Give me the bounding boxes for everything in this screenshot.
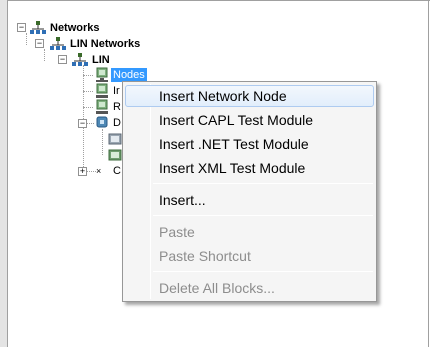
menu-item-insert[interactable]: Insert... bbox=[125, 189, 374, 211]
expander-minus-icon[interactable]: − bbox=[35, 39, 44, 48]
menu-item-paste-shortcut[interactable]: Paste Shortcut bbox=[125, 245, 374, 267]
pane-left-border bbox=[0, 0, 8, 347]
node-icon bbox=[108, 149, 122, 161]
menu-item-insert-net-test-module[interactable]: Insert .NET Test Module bbox=[125, 133, 374, 155]
tree-item-label: LIN Networks bbox=[70, 38, 141, 50]
tree-item-label: Nodes bbox=[111, 68, 147, 82]
menu-separator bbox=[153, 271, 373, 272]
expander-minus-icon[interactable]: − bbox=[58, 55, 67, 64]
tree-item-label: Ir bbox=[113, 85, 120, 97]
pane-right-border bbox=[428, 0, 429, 347]
menu-separator bbox=[153, 183, 373, 184]
tree-line bbox=[83, 75, 93, 76]
network-icon bbox=[50, 37, 66, 50]
tree-item-networks[interactable]: Networks bbox=[48, 20, 102, 36]
menu-item-insert-capl-test-module[interactable]: Insert CAPL Test Module bbox=[125, 109, 374, 131]
expander-plus-icon[interactable]: + bbox=[78, 167, 87, 176]
node-icon bbox=[96, 83, 108, 98]
tree-item-partial[interactable]: Ir bbox=[111, 83, 122, 99]
tree-line bbox=[86, 123, 94, 124]
node-icon bbox=[96, 116, 108, 128]
network-icon bbox=[30, 21, 46, 34]
menu-item-insert-network-node[interactable]: Insert Network Node bbox=[125, 85, 374, 107]
menu-item-paste[interactable]: Paste bbox=[125, 221, 374, 243]
tree-line bbox=[44, 49, 45, 61]
node-icon bbox=[96, 99, 108, 114]
close-icon: × bbox=[96, 166, 102, 176]
node-icon bbox=[108, 133, 122, 145]
expander-minus-icon[interactable]: − bbox=[17, 23, 26, 32]
tree-line bbox=[83, 107, 93, 108]
tree-item-lin[interactable]: LIN bbox=[90, 52, 112, 68]
menu-item-insert-xml-test-module[interactable]: Insert XML Test Module bbox=[125, 157, 374, 179]
tree-item-lin-networks[interactable]: LIN Networks bbox=[68, 36, 142, 52]
tree-line bbox=[83, 91, 93, 92]
menu-separator bbox=[153, 215, 373, 216]
tree-item-label: LIN bbox=[92, 54, 110, 66]
network-icon bbox=[72, 53, 88, 66]
tree-line bbox=[102, 129, 103, 155]
tree-line bbox=[26, 33, 27, 45]
menu-item-delete-all-blocks[interactable]: Delete All Blocks... bbox=[125, 277, 374, 299]
context-menu: Insert Network Node Insert CAPL Test Mod… bbox=[122, 81, 377, 302]
tree-item-label: Networks bbox=[50, 22, 100, 34]
expander-minus-icon[interactable]: − bbox=[78, 119, 87, 128]
node-icon bbox=[96, 67, 108, 82]
tree-line bbox=[86, 171, 96, 172]
